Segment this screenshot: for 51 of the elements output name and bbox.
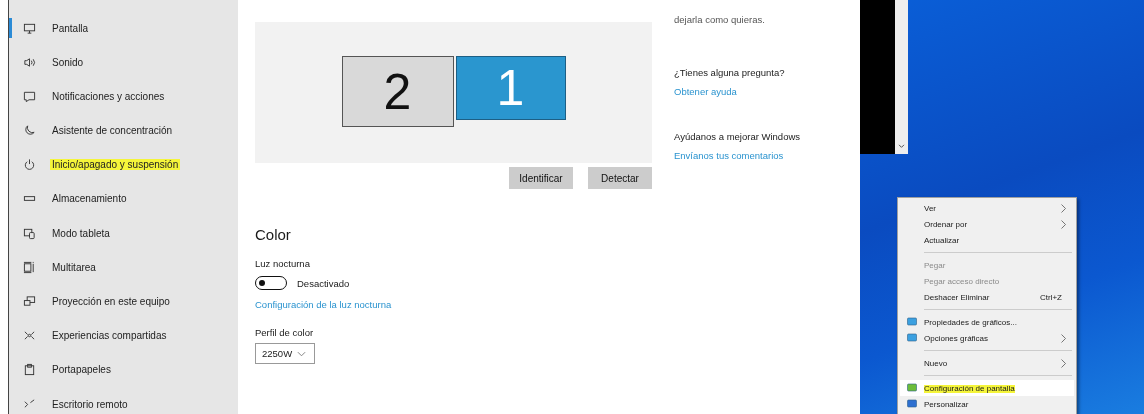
identify-button[interactable]: Identificar bbox=[509, 167, 573, 189]
menu-item[interactable]: Nuevo bbox=[900, 355, 1074, 371]
multitask-icon bbox=[23, 260, 36, 274]
menu-item[interactable]: Actualizar bbox=[900, 232, 1074, 248]
sidebar-item[interactable]: Escritorio remoto bbox=[9, 394, 238, 414]
moon-icon bbox=[23, 124, 36, 138]
sidebar-item[interactable]: Portapapeles bbox=[9, 359, 238, 380]
sidebar-item[interactable]: Modo tableta bbox=[9, 223, 238, 244]
speaker-icon bbox=[23, 55, 36, 69]
caret-icon bbox=[297, 350, 307, 357]
description-text: dejarla como quieras. bbox=[674, 14, 766, 25]
sidebar-item[interactable]: Sonido bbox=[9, 52, 238, 73]
color-profile-dropdown[interactable]: 2250W bbox=[255, 343, 315, 364]
monitor-icon bbox=[907, 383, 917, 393]
menu-item[interactable]: Ver bbox=[900, 200, 1074, 216]
sidebar-item[interactable]: Notificaciones y acciones bbox=[9, 86, 238, 107]
monitor-icon bbox=[23, 21, 36, 35]
section-heading: Color bbox=[255, 226, 292, 243]
personalize-icon bbox=[907, 399, 917, 409]
projector-icon bbox=[23, 295, 36, 308]
monitor-tile[interactable]: 2 bbox=[341, 56, 454, 127]
sidebar-item[interactable]: Inicio/apagado y suspensión bbox=[9, 154, 238, 175]
remote-desktop-icon bbox=[23, 397, 36, 411]
menu-item[interactable]: Deshacer Eliminar Ctrl+Z bbox=[900, 289, 1074, 305]
shared-icon bbox=[23, 329, 36, 343]
scrollbar[interactable] bbox=[895, 0, 908, 154]
clipboard-icon bbox=[23, 363, 36, 377]
menu-item[interactable]: Opciones gráficas bbox=[900, 330, 1074, 346]
menu-item[interactable]: Ordenar por bbox=[900, 216, 1074, 232]
chevron-down-icon[interactable] bbox=[898, 144, 905, 149]
sidebar-item[interactable]: Proyección en este equipo bbox=[9, 291, 238, 312]
feedback-link[interactable]: Envíanos tus comentarios bbox=[674, 150, 784, 161]
sidebar-item[interactable]: Experiencias compartidas bbox=[9, 325, 238, 346]
sidebar-item[interactable]: Multitarea bbox=[9, 257, 238, 278]
speech-bubble-icon bbox=[23, 89, 36, 103]
power-icon bbox=[23, 158, 36, 172]
detect-button[interactable]: Detectar bbox=[588, 167, 652, 189]
help-heading: ¿Tienes alguna pregunta? bbox=[674, 67, 786, 78]
shortcut-text: Ctrl+Z bbox=[1040, 292, 1062, 302]
feedback-heading: Ayúdanos a mejorar Windows bbox=[674, 131, 801, 142]
setting-label: Luz nocturna bbox=[255, 258, 311, 269]
tablet-icon bbox=[23, 226, 36, 240]
sidebar-item[interactable]: Asistente de concentración bbox=[9, 120, 238, 141]
help-link[interactable]: Obtener ayuda bbox=[674, 86, 737, 97]
menu-item[interactable]: Configuración de pantalla bbox=[900, 380, 1074, 396]
setting-label: Perfil de color bbox=[255, 327, 315, 338]
menu-item[interactable]: Personalizar bbox=[900, 396, 1074, 412]
sidebar-item[interactable]: Almacenamiento bbox=[9, 188, 238, 209]
menu-item[interactable]: Propiedades de gráficos... bbox=[900, 314, 1074, 330]
toggle-state-text: Desactivado bbox=[297, 277, 350, 289]
night-light-settings-link[interactable]: Configuración de la luz nocturna bbox=[255, 299, 392, 310]
